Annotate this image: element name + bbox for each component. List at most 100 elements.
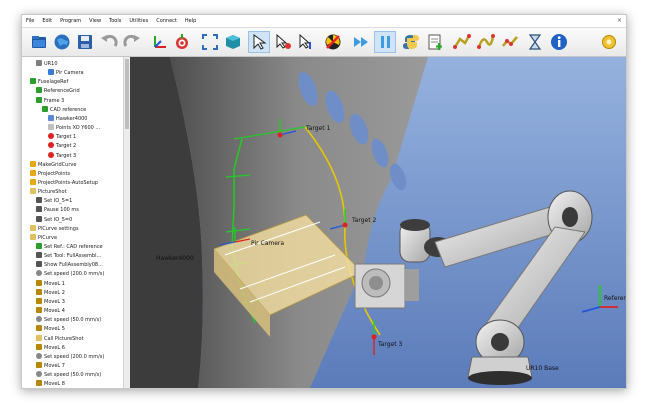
toolbar	[22, 28, 626, 57]
tree-item-label: Call PictureShot	[44, 335, 84, 342]
tree-scrollbar[interactable]	[123, 57, 130, 388]
hawker-label[interactable]: Hawker4000	[156, 255, 194, 262]
speed-icon	[36, 270, 42, 277]
fast-forward-icon[interactable]	[350, 31, 372, 53]
pause-icon[interactable]	[374, 31, 396, 53]
tree-item-label: MoveL 8	[44, 381, 65, 388]
redo-icon[interactable]	[121, 31, 143, 53]
add-object-icon[interactable]	[222, 31, 244, 53]
settings-icon[interactable]	[598, 31, 620, 53]
stop-icon[interactable]	[322, 31, 344, 53]
robot-icon	[36, 60, 42, 66]
select-target-icon[interactable]	[272, 31, 294, 53]
add-target-icon[interactable]	[171, 31, 193, 53]
tree-item-label: ReferenceGrid	[44, 88, 80, 95]
tree-item-label: Set speed (50.0 mm/s)	[44, 317, 102, 324]
tree-item-label: Set IO_5=0	[44, 216, 73, 223]
curve-program-icon[interactable]	[475, 31, 497, 53]
target-3-marker	[371, 320, 377, 355]
grid-icon	[36, 87, 42, 94]
tree-item-label: Hawker4000	[56, 115, 88, 122]
open-station-icon[interactable]	[28, 31, 50, 53]
tree-item-label: PiCurve settings	[38, 225, 79, 232]
camera-label[interactable]: Pir Camera	[251, 240, 284, 247]
tree-item-label: MoveL 7	[44, 362, 65, 369]
speed-icon	[36, 352, 42, 359]
program-icon	[30, 188, 36, 195]
tree-item-label: Pir Camera	[56, 70, 84, 77]
target-3-label[interactable]: Target 3	[378, 341, 402, 348]
target-2-label[interactable]: Target 2	[352, 217, 376, 224]
save-icon[interactable]	[74, 31, 96, 53]
program-icon	[30, 233, 36, 240]
menu-utilities[interactable]: Utilities	[125, 15, 152, 27]
robot-program-icon[interactable]	[451, 31, 473, 53]
python-icon[interactable]	[400, 31, 422, 53]
menu-program[interactable]: Program	[56, 15, 85, 27]
fit-all-icon[interactable]	[199, 31, 221, 53]
io-icon	[36, 215, 42, 222]
tree-item-label: MoveL 3	[44, 298, 65, 305]
tree-item-label: ProjectPoints	[38, 170, 71, 177]
menu-help[interactable]: Help	[181, 15, 200, 27]
tree-item-label: Points XO Y600 ...	[56, 125, 101, 132]
speed-icon	[36, 316, 42, 323]
python-icon	[30, 169, 36, 176]
move-icon	[36, 325, 42, 332]
target-icon	[48, 151, 54, 158]
select-icon[interactable]	[248, 31, 270, 53]
move-icon	[36, 279, 42, 286]
hourglass-icon[interactable]	[524, 31, 546, 53]
show-icon	[36, 261, 42, 268]
reference-grid-label[interactable]: ReferenceGrid	[604, 295, 626, 302]
target-icon	[48, 142, 54, 149]
station-tree[interactable]: UR10 Pir Camera FuselageRef ReferenceGrid Fr…	[22, 57, 124, 388]
add-program-icon[interactable]	[424, 31, 446, 53]
tree-item-label: PiCurve	[38, 234, 58, 241]
menu-edit[interactable]: Edit	[38, 15, 56, 27]
menu-tools[interactable]: Tools	[105, 15, 125, 27]
tree-item-label: Pause 100 ms	[44, 207, 79, 214]
followcurve-icon[interactable]	[499, 31, 521, 53]
3d-viewport[interactable]: Target 1 Target 2 Target 3 Hawker4000 Pi…	[130, 57, 626, 388]
tree-item-label: MoveL 1	[44, 280, 65, 287]
menu-file[interactable]: File	[22, 15, 38, 27]
tree-item-label: Target 2	[56, 143, 77, 150]
undo-icon[interactable]	[98, 31, 120, 53]
menu-view[interactable]: View	[85, 15, 105, 27]
world-icon[interactable]	[51, 31, 73, 53]
python-icon	[30, 160, 36, 167]
3d-scene	[130, 57, 618, 388]
frame-icon	[36, 243, 42, 249]
program-icon	[30, 224, 36, 231]
move-icon	[36, 343, 42, 350]
python-icon	[30, 178, 36, 185]
tree-item-label: Set speed (200.0 mm/s)	[44, 353, 105, 360]
move-icon	[36, 380, 42, 387]
tree-item-label: MakeGridCurve	[38, 161, 77, 168]
frame-icon	[36, 96, 42, 103]
tree-item[interactable]: MoveL 8	[36, 379, 65, 388]
robodk-window: File Edit Program View Tools Utilities Connect…	[21, 14, 627, 389]
frame-icon	[42, 105, 48, 112]
scrollbar-thumb[interactable]	[125, 59, 129, 129]
move-target-icon[interactable]	[295, 31, 317, 53]
tree-item-label: Set Ref.: CAD reference	[44, 244, 103, 250]
tree-item-label: FuselageRef	[38, 79, 69, 86]
info-icon[interactable]	[548, 31, 570, 53]
close-icon[interactable]: ×	[617, 15, 622, 27]
tree-item-label: ProjectPoints-AutoSetup	[38, 179, 98, 186]
menu-connect[interactable]: Connect	[152, 15, 181, 27]
target-1-label[interactable]: Target 1	[306, 125, 330, 132]
frame-icon	[30, 78, 36, 85]
tool-icon	[36, 252, 42, 259]
speed-icon	[36, 371, 42, 378]
camera-icon	[48, 69, 54, 76]
tree-item-label: MoveL 5	[44, 326, 65, 333]
robot-base-label[interactable]: UR10 Base	[526, 365, 559, 372]
add-reference-frame-icon[interactable]	[148, 31, 170, 53]
call-icon	[36, 334, 42, 341]
points-icon	[48, 124, 54, 131]
tree-item-label: Set speed (50.0 mm/s)	[44, 372, 102, 379]
tree-item-label: CAD reference	[50, 106, 87, 113]
